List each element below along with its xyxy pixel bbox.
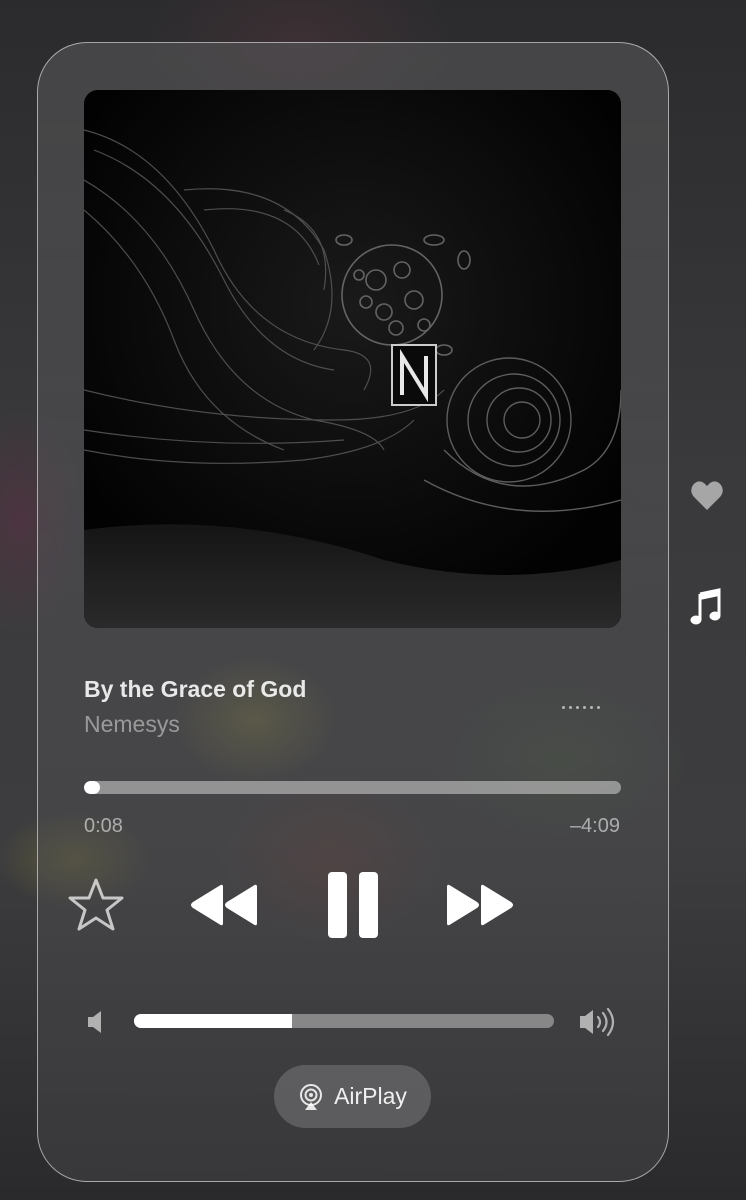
album-artwork	[84, 90, 621, 628]
track-title: By the Grace of God	[84, 676, 307, 702]
airplay-button[interactable]: AirPlay	[274, 1065, 431, 1128]
previous-button[interactable]	[186, 880, 260, 930]
airplay-icon	[300, 1083, 323, 1110]
speaker-high-icon	[578, 1006, 620, 1043]
playback-scrubber[interactable]	[84, 781, 621, 794]
fast-forward-icon	[447, 884, 513, 926]
speaker-low-icon	[86, 1009, 108, 1040]
track-artist[interactable]: Nemesys	[84, 711, 180, 738]
music-note-icon[interactable]	[690, 588, 722, 631]
more-dots-icon	[562, 705, 565, 709]
elapsed-time: 0:08	[84, 815, 123, 837]
remaining-time: –4:09	[569, 815, 620, 837]
rewind-icon	[191, 884, 257, 926]
playback-progress-fill	[84, 781, 101, 794]
pause-button[interactable]	[326, 870, 380, 940]
volume-slider[interactable]	[134, 1014, 554, 1028]
pause-icon	[328, 872, 378, 938]
heart-icon[interactable]	[690, 480, 724, 517]
next-button[interactable]	[444, 880, 518, 930]
airplay-label: AirPlay	[334, 1083, 407, 1109]
favorite-button[interactable]	[66, 875, 126, 935]
more-button[interactable]	[555, 696, 607, 718]
volume-level-fill	[134, 1014, 292, 1028]
star-icon	[68, 878, 124, 931]
